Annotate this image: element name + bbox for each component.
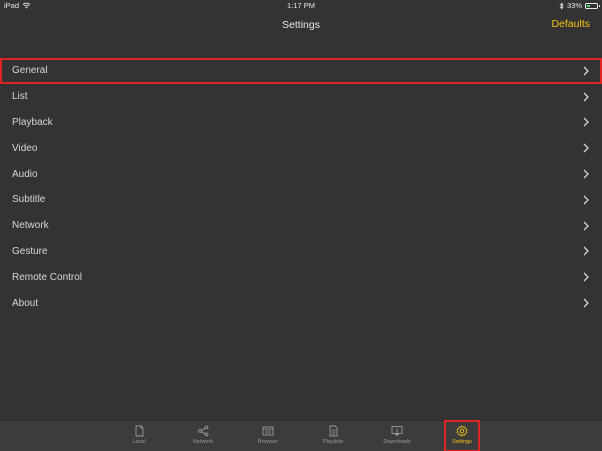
- tab-label: Downloads: [383, 439, 411, 445]
- settings-row-list[interactable]: List: [0, 84, 602, 110]
- tab-playlists[interactable]: Playlists: [316, 421, 350, 451]
- browser-icon: [262, 426, 274, 436]
- share-icon: [198, 425, 209, 437]
- settings-row-label: Remote Control: [12, 271, 83, 283]
- settings-row-label: Video: [12, 142, 38, 154]
- settings-row-label: General: [12, 65, 48, 77]
- bluetooth-icon: [559, 1, 564, 10]
- tab-network[interactable]: Network: [186, 421, 220, 451]
- chevron-right-icon: [583, 143, 589, 153]
- download-icon: [391, 426, 403, 437]
- settings-row-label: Playback: [12, 116, 53, 128]
- tab-label: Browser: [257, 439, 279, 445]
- chevron-right-icon: [583, 195, 589, 205]
- settings-row-label: List: [12, 91, 28, 103]
- battery-level: [587, 4, 590, 7]
- chevron-right-icon: [583, 272, 589, 282]
- tab-local[interactable]: Local: [122, 421, 156, 451]
- settings-row-label: Audio: [12, 168, 38, 180]
- tab-label: Playlists: [322, 439, 344, 445]
- chevron-right-icon: [583, 221, 589, 231]
- defaults-button[interactable]: Defaults: [551, 18, 590, 30]
- settings-row-network[interactable]: Network: [0, 213, 602, 239]
- navigation-bar: Settings Defaults: [0, 12, 602, 38]
- settings-row-label: Gesture: [12, 245, 48, 257]
- battery-icon: [585, 2, 600, 9]
- battery-percent: 33%: [566, 1, 582, 10]
- status-time: 1:17 PM: [287, 1, 315, 10]
- file-icon: [135, 425, 144, 437]
- settings-row-remote-control[interactable]: Remote Control: [0, 264, 602, 290]
- chevron-right-icon: [583, 298, 589, 308]
- settings-row-about[interactable]: About: [0, 290, 602, 316]
- page-title: Settings: [282, 19, 320, 31]
- settings-row-label: About: [12, 297, 39, 309]
- settings-row-general[interactable]: General: [0, 58, 602, 84]
- chevron-right-icon: [583, 118, 589, 127]
- tab-browser[interactable]: Browser: [251, 421, 285, 451]
- settings-row-playback[interactable]: Playback: [0, 110, 602, 136]
- settings-row-subtitle[interactable]: Subtitle: [0, 187, 602, 213]
- gear-icon: [456, 425, 468, 437]
- chevron-right-icon: [583, 247, 589, 256]
- tab-settings[interactable]: Settings: [444, 420, 480, 451]
- playlist-icon: [329, 425, 338, 437]
- settings-row-gesture[interactable]: Gesture: [0, 239, 602, 265]
- chevron-right-icon: [583, 169, 589, 179]
- tab-bar: Local Network Browser Playlists Downloads Set…: [0, 420, 602, 451]
- settings-list: General List Playback Video Audio Subtitle Net…: [0, 58, 602, 316]
- status-right: 33%: [559, 1, 600, 10]
- tab-label: Settings: [452, 439, 472, 445]
- settings-row-video[interactable]: Video: [0, 135, 602, 161]
- settings-row-label: Subtitle: [12, 194, 46, 206]
- chevron-right-icon: [583, 92, 589, 102]
- tab-label: Network: [192, 439, 214, 445]
- chevron-right-icon: [583, 66, 589, 76]
- tab-downloads[interactable]: Downloads: [380, 421, 414, 451]
- settings-row-label: Network: [12, 220, 49, 232]
- settings-row-audio[interactable]: Audio: [0, 161, 602, 187]
- status-bar: iPad 1:17 PM 33%: [0, 0, 602, 12]
- tab-label: Local: [132, 439, 146, 445]
